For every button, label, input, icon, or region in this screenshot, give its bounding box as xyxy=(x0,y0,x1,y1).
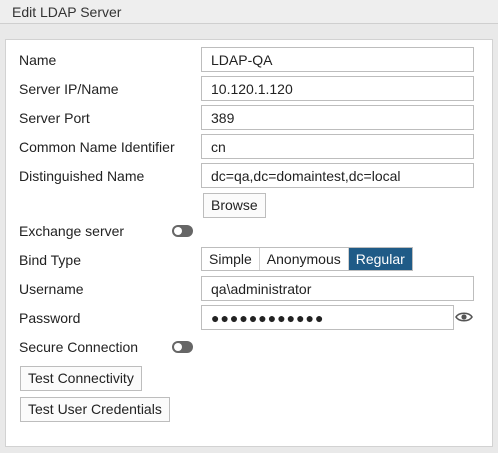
bind-type-regular[interactable]: Regular xyxy=(348,248,412,270)
name-input[interactable] xyxy=(201,47,474,72)
bind-type-anonymous[interactable]: Anonymous xyxy=(259,248,349,270)
password-input[interactable] xyxy=(201,305,454,330)
bind-type-selector: Simple Anonymous Regular xyxy=(201,247,413,271)
cn-identifier-label: Common Name Identifier xyxy=(19,139,175,155)
test-user-credentials-button[interactable]: Test User Credentials xyxy=(20,397,170,422)
distinguished-name-label: Distinguished Name xyxy=(19,168,145,184)
name-label: Name xyxy=(19,52,57,68)
secure-connection-toggle[interactable] xyxy=(172,341,193,353)
toggle-knob xyxy=(174,343,182,351)
dialog-title-bar: Edit LDAP Server xyxy=(0,0,498,24)
password-label: Password xyxy=(19,310,81,326)
exchange-server-label: Exchange server xyxy=(19,223,125,239)
distinguished-name-input[interactable] xyxy=(201,163,474,188)
username-input[interactable] xyxy=(201,276,474,301)
server-label: Server IP/Name xyxy=(19,81,119,97)
username-label: Username xyxy=(19,281,84,297)
eye-icon[interactable] xyxy=(455,310,473,324)
port-input[interactable] xyxy=(201,105,474,130)
cn-identifier-input[interactable] xyxy=(201,134,474,159)
secure-connection-label: Secure Connection xyxy=(19,339,139,355)
browse-button[interactable]: Browse xyxy=(203,193,266,218)
bind-type-label: Bind Type xyxy=(19,252,82,268)
toggle-knob xyxy=(174,227,182,235)
test-connectivity-button[interactable]: Test Connectivity xyxy=(20,366,142,391)
port-label: Server Port xyxy=(19,110,90,126)
exchange-server-toggle[interactable] xyxy=(172,225,193,237)
bind-type-simple[interactable]: Simple xyxy=(202,248,260,270)
server-input[interactable] xyxy=(201,76,474,101)
dialog-title: Edit LDAP Server xyxy=(12,4,122,20)
